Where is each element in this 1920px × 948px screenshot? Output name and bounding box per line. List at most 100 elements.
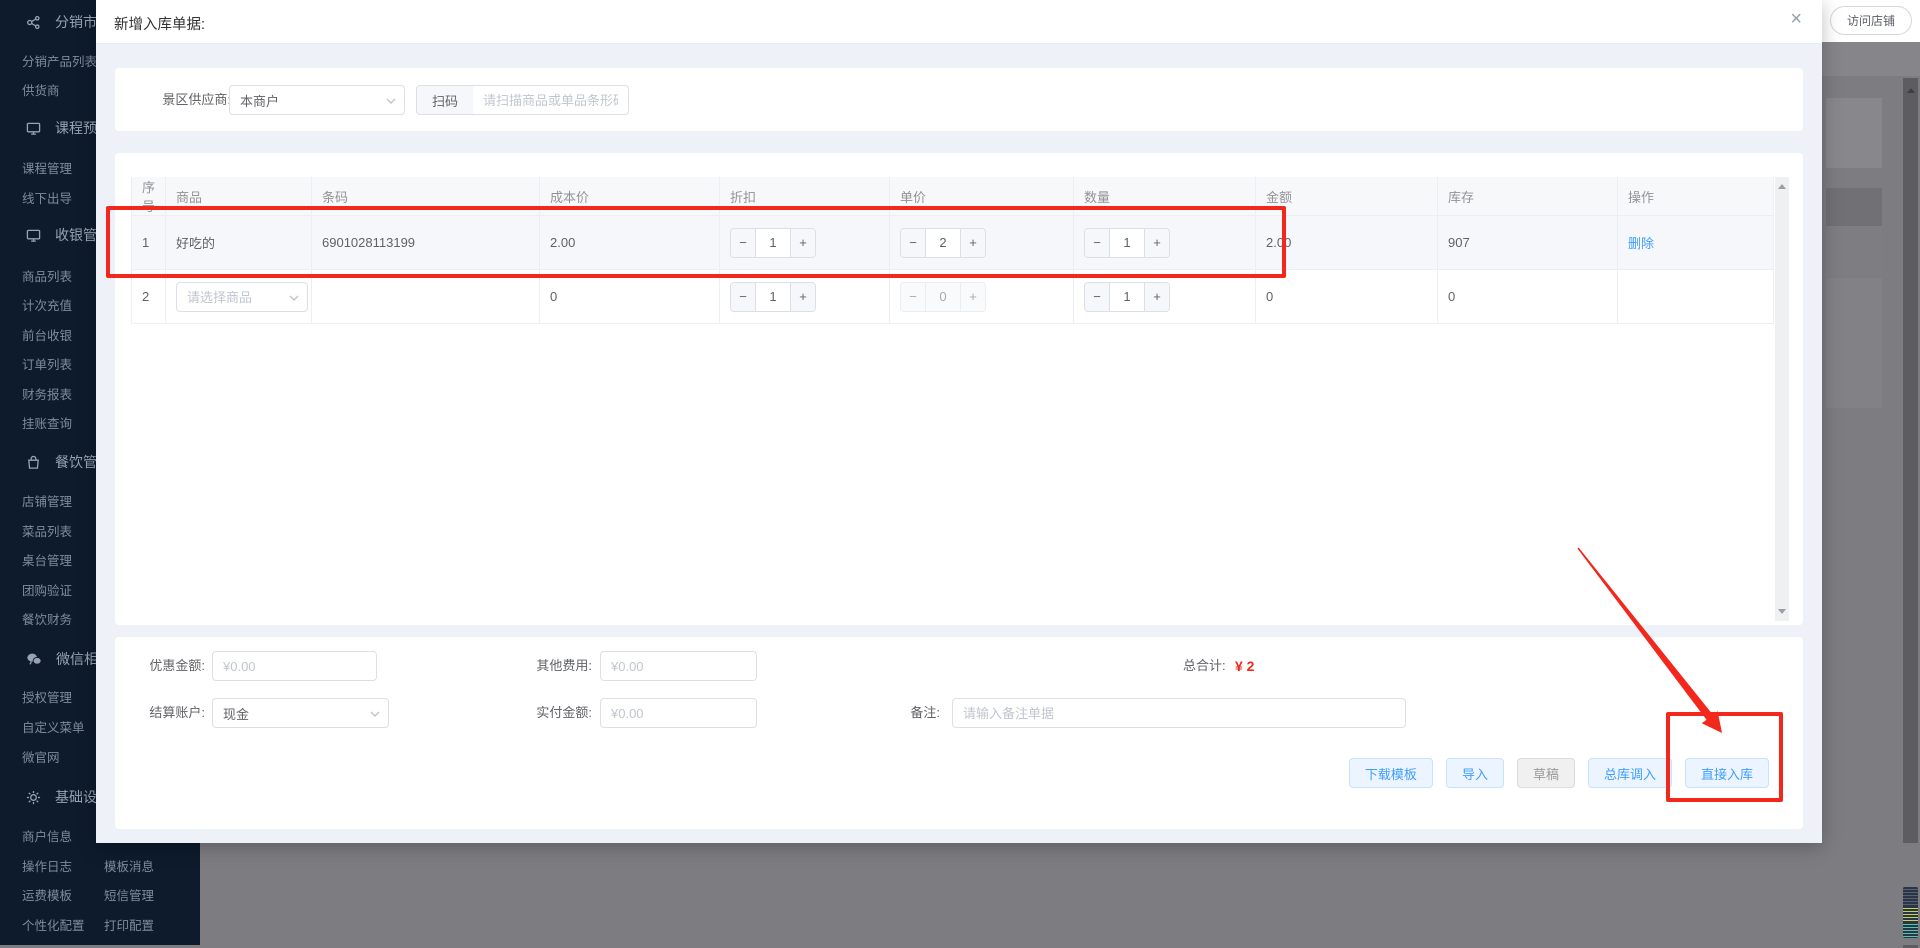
visit-shop-button[interactable]: 访问店铺 xyxy=(1830,6,1913,35)
sidebar-item-product-list[interactable]: 商品列表 xyxy=(22,266,72,285)
cell-amount: 0 xyxy=(1255,269,1438,324)
discount-stepper[interactable]: − 1 + xyxy=(730,281,816,312)
settlement-account-select[interactable]: 现金 xyxy=(212,698,389,728)
product-select[interactable]: 请选择商品 xyxy=(176,281,308,312)
sidebar-item-finance-report[interactable]: 财务报表 xyxy=(22,384,72,403)
stepper-value[interactable]: 2 xyxy=(925,228,961,257)
sidebar-item-suppliers[interactable]: 供货商 xyxy=(22,80,60,99)
sidebar-item-auth-mgmt[interactable]: 授权管理 xyxy=(22,687,72,706)
remark-label: 备注: xyxy=(910,705,940,720)
plus-icon[interactable]: + xyxy=(1145,228,1169,257)
sidebar-item-offline-export[interactable]: 线下出导 xyxy=(22,188,72,207)
import-button[interactable]: 导入 xyxy=(1445,758,1504,788)
qty-stepper[interactable]: − 1 + xyxy=(1084,281,1170,312)
sidebar-item-micro-site[interactable]: 微官网 xyxy=(22,747,60,766)
table-row: 1 好吃的 6901028113199 2.00 − 1 + − 2 + − 1… xyxy=(131,215,1774,270)
sidebar-item-course-mgmt[interactable]: 课程管理 xyxy=(22,158,72,177)
table-header-row: 序号 商品 条码 成本价 折扣 单价 数量 金额 库存 操作 xyxy=(131,177,1774,216)
stepper-value[interactable]: 1 xyxy=(1109,228,1145,257)
minus-icon[interactable]: − xyxy=(731,282,755,311)
minus-icon[interactable]: − xyxy=(1085,228,1109,257)
scroll-up-arrow-icon[interactable] xyxy=(1778,184,1786,189)
minus-icon[interactable]: − xyxy=(901,282,925,311)
summary-card: 优惠金额: 其他费用: 总合计: ¥ 2 结算账户: 现金 实付金额: 备注: … xyxy=(115,637,1803,829)
minus-icon[interactable]: − xyxy=(1085,282,1109,311)
plus-icon[interactable]: + xyxy=(961,282,985,311)
page-scrollbar[interactable] xyxy=(1903,78,1918,948)
supplier-select[interactable]: 本商户 xyxy=(229,85,405,115)
sidebar-item-distribution-products[interactable]: 分销产品列表 xyxy=(22,51,97,70)
sidebar-item-operation-log[interactable]: 操作日志 xyxy=(22,856,72,875)
sidebar-item-count-recharge[interactable]: 计次充值 xyxy=(22,295,72,314)
new-inbound-receipt-modal: 新增入库单据: × 景区供应商: 本商户 扫码 序号 xyxy=(96,0,1822,843)
dev-console-widget[interactable] xyxy=(1903,887,1918,938)
paid-amount-input[interactable] xyxy=(600,698,757,728)
modal-header: 新增入库单据: × xyxy=(96,0,1822,44)
sidebar-item-merchant-info[interactable]: 商户信息 xyxy=(22,826,72,845)
price-stepper[interactable]: − 2 + xyxy=(900,227,986,258)
stepper-value[interactable]: 1 xyxy=(1109,282,1145,311)
stepper-value[interactable]: 1 xyxy=(755,228,791,257)
sidebar-item-table-mgmt[interactable]: 桌台管理 xyxy=(22,550,72,569)
price-stepper[interactable]: − 0 + xyxy=(900,281,986,312)
supplier-label: 景区供应商: xyxy=(162,92,231,107)
qty-stepper[interactable]: − 1 + xyxy=(1084,227,1170,258)
sidebar-item-groupon-verify[interactable]: 团购验证 xyxy=(22,580,72,599)
plus-icon[interactable]: + xyxy=(1145,282,1169,311)
total-value: ¥ 2 xyxy=(1235,658,1255,674)
download-template-button[interactable]: 下载模板 xyxy=(1348,758,1433,788)
cell-cost: 2.00 xyxy=(539,215,720,270)
sidebar-item-print-config[interactable]: 打印配置 xyxy=(104,915,154,934)
cell-action xyxy=(1617,269,1774,324)
minus-icon[interactable]: − xyxy=(901,228,925,257)
scroll-up-arrow-icon xyxy=(1907,88,1915,93)
minus-icon[interactable]: − xyxy=(731,228,755,257)
scan-button[interactable]: 扫码 xyxy=(416,85,474,115)
sidebar-item-personalization[interactable]: 个性化配置 xyxy=(22,915,85,934)
other-fee-input[interactable] xyxy=(600,651,757,681)
sidebar-item-order-list[interactable]: 订单列表 xyxy=(22,354,72,373)
col-product: 商品 xyxy=(165,177,312,216)
plus-icon[interactable]: + xyxy=(961,228,985,257)
sidebar-item-shipping-template[interactable]: 运费模板 xyxy=(22,885,72,904)
sidebar-item-credit-query[interactable]: 挂账查询 xyxy=(22,413,72,432)
col-amount: 金额 xyxy=(1255,177,1438,216)
remark-input[interactable] xyxy=(952,698,1406,728)
sidebar-item-shop-mgmt[interactable]: 店铺管理 xyxy=(22,491,72,510)
discount-amount-input[interactable] xyxy=(212,651,377,681)
col-discount: 折扣 xyxy=(719,177,890,216)
sidebar-item-sms-mgmt[interactable]: 短信管理 xyxy=(104,885,154,904)
supplier-select-value: 本商户 xyxy=(240,93,280,109)
cell-stock: 0 xyxy=(1437,269,1618,324)
plus-icon[interactable]: + xyxy=(791,282,815,311)
sidebar-item-front-cashier[interactable]: 前台收银 xyxy=(22,325,72,344)
monitor-icon xyxy=(26,229,41,242)
table-row: 2 请选择商品 0 − 1 + − 0 + − 1 + 0 0 xyxy=(131,269,1774,324)
sidebar-item-dish-list[interactable]: 菜品列表 xyxy=(22,521,72,540)
draft-button[interactable]: 草稿 xyxy=(1516,758,1575,788)
items-table: 序号 商品 条码 成本价 折扣 单价 数量 金额 库存 操作 1 好吃的 690… xyxy=(131,177,1774,324)
cell-barcode: 6901028113199 xyxy=(311,215,540,270)
cell-index: 2 xyxy=(131,269,166,324)
table-scrollbar[interactable] xyxy=(1775,177,1789,621)
sidebar-item-template-msg[interactable]: 模板消息 xyxy=(104,856,154,875)
direct-inbound-button[interactable]: 直接入库 xyxy=(1684,758,1769,788)
stepper-value[interactable]: 0 xyxy=(925,282,961,311)
cell-amount: 2.00 xyxy=(1255,215,1438,270)
scroll-down-arrow-icon[interactable] xyxy=(1778,609,1786,614)
dimmed-page-bottom xyxy=(200,843,1920,945)
scan-barcode-input[interactable] xyxy=(473,85,629,115)
delete-link[interactable]: 删除 xyxy=(1628,236,1654,251)
product-select-placeholder: 请选择商品 xyxy=(187,290,253,305)
close-icon[interactable]: × xyxy=(1790,9,1802,29)
bag-icon xyxy=(28,455,39,469)
stepper-value[interactable]: 1 xyxy=(755,282,791,311)
sidebar-item-catering-finance[interactable]: 餐饮财务 xyxy=(22,609,72,628)
cell-barcode xyxy=(311,269,540,324)
plus-icon[interactable]: + xyxy=(791,228,815,257)
discount-stepper[interactable]: − 1 + xyxy=(730,227,816,258)
transfer-from-main-warehouse-button[interactable]: 总库调入 xyxy=(1587,758,1672,788)
cell-product: 好吃的 xyxy=(165,215,312,270)
discount-amount-label: 优惠金额: xyxy=(149,658,205,673)
sidebar-item-custom-menu[interactable]: 自定义菜单 xyxy=(22,717,85,736)
